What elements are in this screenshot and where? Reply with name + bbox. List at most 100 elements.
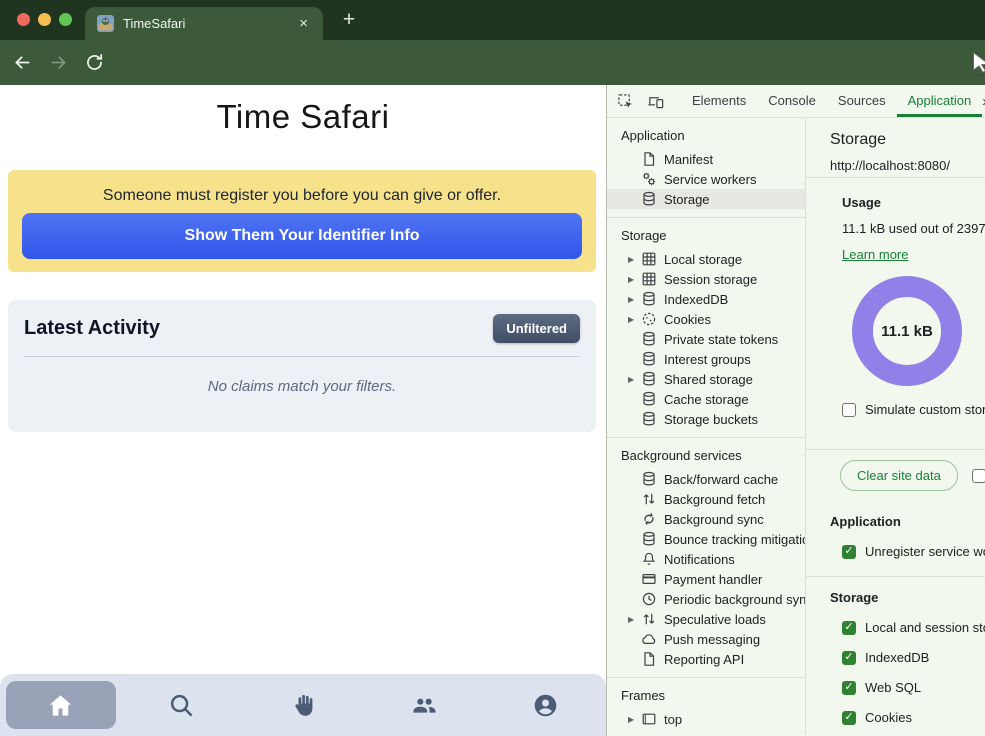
sidebar-item[interactable]: ▶ Cache storage: [607, 389, 805, 409]
sidebar-item[interactable]: ▶ Storage buckets: [607, 409, 805, 429]
show-identifier-info-button[interactable]: Show Them Your Identifier Info: [22, 213, 582, 259]
latest-activity-heading: Latest Activity: [24, 317, 160, 340]
sidebar-item[interactable]: ▶ Storage: [607, 189, 805, 209]
database-icon: [641, 471, 657, 487]
sidebar-item[interactable]: ▶ Service workers: [607, 169, 805, 189]
database-icon: [641, 371, 657, 387]
sidebar-item[interactable]: ▶ top: [607, 709, 805, 729]
device-toolbar-icon[interactable]: [646, 92, 665, 111]
sidebar-item[interactable]: ▶ Push messaging: [607, 629, 805, 649]
checkbox[interactable]: [842, 621, 856, 635]
usage-text: 11.1 kB used out of 239779: [842, 221, 985, 236]
database-icon: [641, 391, 657, 407]
cloud-icon: [641, 631, 657, 647]
clear-option[interactable]: Local and session storage: [842, 620, 985, 635]
donut-value: 11.1 kB: [852, 276, 962, 386]
search-icon: [168, 692, 195, 719]
cookie-icon: [641, 311, 657, 327]
third-party-cookies-checkbox[interactable]: [972, 469, 985, 483]
checkbox[interactable]: [842, 681, 856, 695]
clear-option[interactable]: Unregister service workers: [842, 544, 985, 559]
sidebar-item[interactable]: ▶ Bounce tracking mitigations: [607, 529, 805, 549]
checkbox[interactable]: [842, 651, 856, 665]
tab-strip: TimeSafari × +: [0, 0, 985, 40]
storage-pane: Storage http://localhost:8080/ Usage 11.…: [806, 118, 985, 735]
sidebar-section: Storage ▶ Local storage ▶: [607, 218, 805, 438]
sync-icon: [641, 511, 657, 527]
devtools-tab[interactable]: Sources: [827, 85, 897, 117]
back-icon[interactable]: [12, 52, 33, 73]
clear-option[interactable]: Cookies: [842, 710, 985, 725]
sidebar-section: Application ▶ Manifest ▶: [607, 118, 805, 218]
application-clear-section: Application Unregister service workers: [806, 501, 985, 577]
sidebar-item[interactable]: ▶ IndexedDB: [607, 289, 805, 309]
bottom-nav-item[interactable]: [485, 674, 606, 736]
minimize-window-button[interactable]: [38, 13, 51, 26]
new-tab-button[interactable]: +: [337, 9, 361, 33]
bell-icon: [641, 551, 657, 567]
browser-tab[interactable]: TimeSafari ×: [85, 7, 323, 40]
clear-option[interactable]: IndexedDB: [842, 650, 985, 665]
alert-message: Someone must register you before you can…: [8, 187, 596, 205]
sidebar-item[interactable]: ▶ Reporting API: [607, 649, 805, 669]
expander-icon[interactable]: ▶: [628, 715, 641, 724]
sidebar-section-title: Application: [607, 120, 805, 149]
sidebar-item[interactable]: ▶ Interest groups: [607, 349, 805, 369]
inspect-element-icon[interactable]: [616, 92, 635, 111]
reload-icon[interactable]: [84, 52, 105, 73]
frame-icon: [641, 711, 657, 727]
checkbox[interactable]: [842, 545, 856, 559]
sidebar-item[interactable]: ▶ Shared storage: [607, 369, 805, 389]
expander-icon[interactable]: ▶: [628, 315, 641, 324]
learn-more-link[interactable]: Learn more: [842, 247, 908, 262]
forward-icon[interactable]: [48, 52, 69, 73]
sidebar-section: Background services ▶ Back/forward cache…: [607, 438, 805, 678]
sidebar-item[interactable]: ▶ Background sync: [607, 509, 805, 529]
expander-icon[interactable]: ▶: [628, 255, 641, 264]
sidebar-item[interactable]: ▶ Session storage: [607, 269, 805, 289]
tab-close-icon[interactable]: ×: [296, 14, 311, 33]
unfiltered-button[interactable]: Unfiltered: [493, 314, 580, 343]
simulate-quota-checkbox[interactable]: [842, 403, 856, 417]
clear-site-data-button[interactable]: Clear site data: [840, 460, 958, 491]
page-content: Time Safari Someone must register you be…: [0, 85, 606, 736]
sidebar-item[interactable]: ▶ Back/forward cache: [607, 469, 805, 489]
expander-icon[interactable]: ▶: [628, 615, 641, 624]
pane-title: Storage: [830, 131, 985, 149]
devtools-sidebar: Application ▶ Manifest ▶: [607, 118, 806, 735]
sidebar-item[interactable]: ▶ Speculative loads: [607, 609, 805, 629]
devtools-tab[interactable]: Elements: [681, 85, 757, 117]
sidebar-item[interactable]: ▶ Manifest: [607, 149, 805, 169]
gears-icon: [641, 171, 657, 187]
expander-icon[interactable]: ▶: [628, 275, 641, 284]
clear-option[interactable]: Web SQL: [842, 680, 985, 695]
usage-heading: Usage: [842, 195, 985, 210]
expander-icon[interactable]: ▶: [628, 295, 641, 304]
sidebar-item[interactable]: ▶ Local storage: [607, 249, 805, 269]
database-icon: [641, 351, 657, 367]
sidebar-item[interactable]: ▶ Private state tokens: [607, 329, 805, 349]
file-icon: [641, 151, 657, 167]
application-section-heading: Application: [830, 514, 985, 529]
sidebar-item[interactable]: ▶ Cookies: [607, 309, 805, 329]
page-title: Time Safari: [0, 98, 606, 136]
checkbox[interactable]: [842, 711, 856, 725]
devtools-tab[interactable]: Application: [897, 85, 983, 117]
devtools-tab[interactable]: Console: [757, 85, 827, 117]
bottom-nav-item[interactable]: [0, 674, 121, 736]
bottom-nav-item[interactable]: [364, 674, 485, 736]
sidebar-item[interactable]: ▶ Periodic background sync: [607, 589, 805, 609]
empty-claims-message: No claims match your filters.: [8, 378, 596, 395]
favicon: [97, 15, 114, 32]
bottom-nav-item[interactable]: [121, 674, 242, 736]
sidebar-item[interactable]: ▶ Background fetch: [607, 489, 805, 509]
zoom-window-button[interactable]: [59, 13, 72, 26]
sidebar-item[interactable]: ▶ Notifications: [607, 549, 805, 569]
file-icon: [641, 651, 657, 667]
updown-icon: [641, 491, 657, 507]
close-window-button[interactable]: [17, 13, 30, 26]
expander-icon[interactable]: ▶: [628, 375, 641, 384]
simulate-quota-option[interactable]: Simulate custom storage quota: [842, 402, 985, 417]
bottom-nav-item[interactable]: [242, 674, 363, 736]
sidebar-item[interactable]: ▶ Payment handler: [607, 569, 805, 589]
